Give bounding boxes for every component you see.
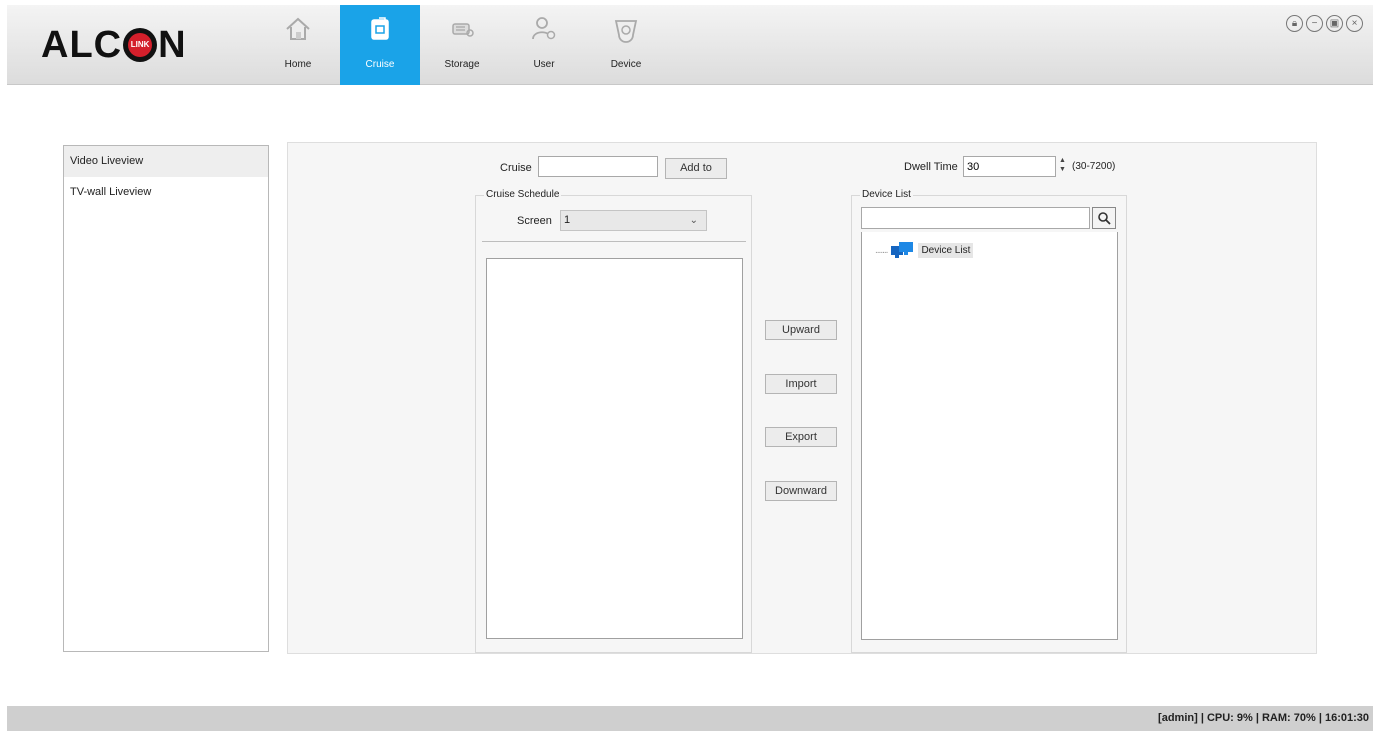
sidebar-item-video-liveview[interactable]: Video Liveview bbox=[64, 146, 268, 177]
cruise-schedule-group: Cruise Schedule Screen 1 ⌄ bbox=[475, 189, 752, 653]
add-to-button[interactable]: Add to bbox=[665, 158, 727, 179]
nav-storage[interactable]: Storage bbox=[436, 5, 488, 85]
dwell-time-label: Dwell Time bbox=[904, 161, 958, 173]
logo-badge: LINK bbox=[130, 40, 150, 49]
device-search-input[interactable] bbox=[861, 207, 1090, 229]
screen-select-value: 1 bbox=[564, 214, 571, 226]
nav-storage-label: Storage bbox=[444, 59, 480, 70]
nav-home-label: Home bbox=[284, 59, 312, 70]
screen-select[interactable]: 1 ⌄ bbox=[560, 210, 707, 231]
cruise-icon bbox=[371, 17, 389, 40]
monitor-icon bbox=[891, 242, 914, 258]
cruise-schedule-list[interactable] bbox=[486, 258, 743, 639]
close-icon[interactable]: × bbox=[1346, 15, 1363, 32]
search-icon bbox=[1098, 212, 1111, 225]
screen-label: Screen bbox=[517, 215, 552, 227]
nav-device-label: Device bbox=[610, 59, 642, 70]
minimize-icon[interactable]: − bbox=[1306, 15, 1323, 32]
status-text: [admin] | CPU: 9% | RAM: 70% | 16:01:30 bbox=[1158, 712, 1369, 724]
import-button[interactable]: Import bbox=[765, 374, 837, 394]
cruise-name-input[interactable] bbox=[538, 156, 658, 177]
logo-text-right: N bbox=[158, 23, 187, 66]
status-bar: [admin] | CPU: 9% | RAM: 70% | 16:01:30 bbox=[7, 706, 1373, 731]
alconlink-logo: ALC LINK N bbox=[41, 23, 187, 66]
dwell-time-range: (30-7200) bbox=[1072, 161, 1116, 172]
top-bar: ALC LINK N Home Cruise Storage User Device… bbox=[7, 5, 1373, 85]
dwell-time-spinner[interactable]: ▲ ▼ bbox=[1059, 156, 1069, 177]
nav-device[interactable]: Device bbox=[600, 5, 652, 85]
device-list-group: Device List ....... Device List bbox=[851, 189, 1127, 653]
logo-text-left: ALC bbox=[41, 23, 123, 66]
dwell-time-input[interactable] bbox=[963, 156, 1056, 177]
home-icon bbox=[286, 17, 310, 40]
device-tree-root-label: Device List bbox=[918, 242, 974, 258]
liveview-sidebar: Video Liveview TV-wall Liveview bbox=[63, 145, 269, 652]
device-tree-root[interactable]: ....... Device List bbox=[875, 240, 974, 260]
user-icon bbox=[532, 17, 556, 40]
device-icon bbox=[614, 20, 638, 43]
device-tree[interactable]: ....... Device List bbox=[861, 232, 1118, 640]
chevron-down-icon: ⌄ bbox=[689, 215, 698, 226]
nav-user-label: User bbox=[533, 59, 555, 70]
export-button[interactable]: Export bbox=[765, 427, 837, 447]
nav-cruise-label: Cruise bbox=[365, 59, 395, 70]
tree-connector: ....... bbox=[875, 244, 888, 256]
main-nav: Home Cruise Storage User Device bbox=[272, 5, 682, 85]
upward-button[interactable]: Upward bbox=[765, 320, 837, 340]
window-controls: 🔒︎ − ▣ × bbox=[1286, 15, 1363, 32]
nav-home[interactable]: Home bbox=[272, 5, 324, 85]
nav-user[interactable]: User bbox=[518, 5, 570, 85]
divider bbox=[482, 241, 746, 242]
cruise-schedule-title: Cruise Schedule bbox=[484, 189, 562, 200]
cruise-label: Cruise bbox=[500, 162, 532, 174]
logo-o-mark: LINK bbox=[123, 28, 158, 62]
nav-cruise[interactable]: Cruise bbox=[340, 5, 420, 85]
lock-icon[interactable]: 🔒︎ bbox=[1286, 15, 1303, 32]
storage-icon bbox=[452, 23, 474, 37]
device-list-title: Device List bbox=[860, 189, 913, 200]
sidebar-item-tv-wall-liveview[interactable]: TV-wall Liveview bbox=[64, 177, 268, 208]
search-button[interactable] bbox=[1092, 207, 1116, 229]
downward-button[interactable]: Downward bbox=[765, 481, 837, 501]
restore-icon[interactable]: ▣ bbox=[1326, 15, 1343, 32]
cruise-main-panel: Cruise Add to Dwell Time ▲▼ (30-7200) Cr… bbox=[287, 142, 1317, 654]
